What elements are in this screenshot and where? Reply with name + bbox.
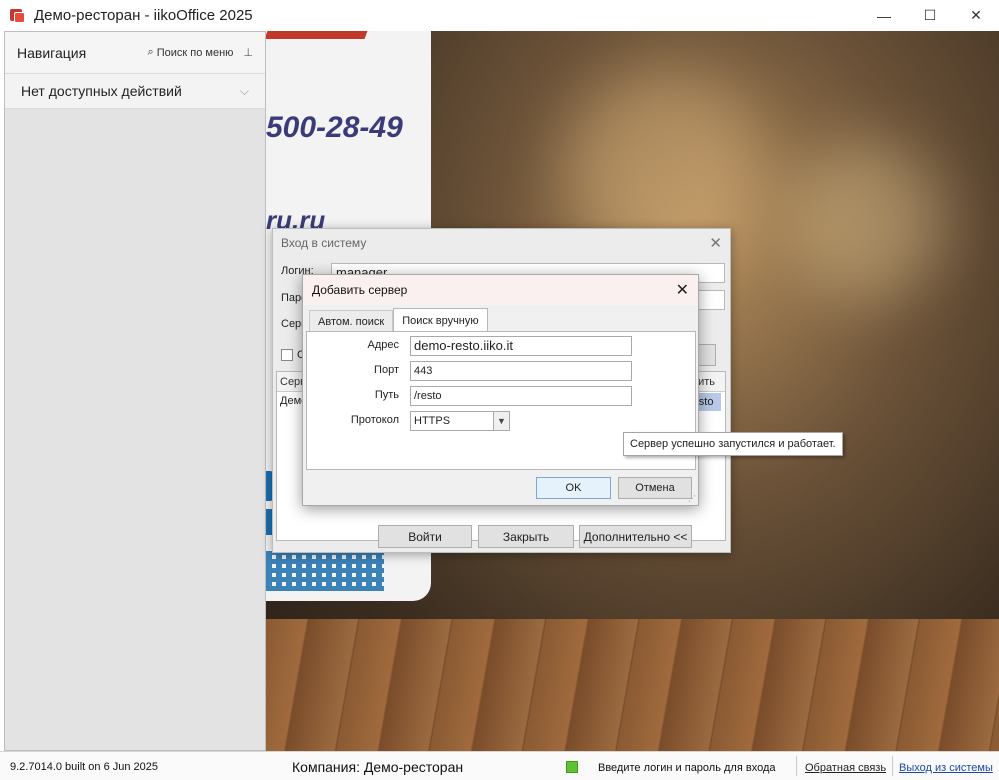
protocol-select[interactable]: HTTPS ▼	[410, 411, 510, 431]
logout-link[interactable]: Выход из системы	[899, 762, 993, 774]
menu-search-label: Поиск по меню	[156, 46, 234, 59]
path-label: Путь	[374, 389, 399, 401]
server-status-tooltip: Сервер успешно запустился и работает.	[623, 432, 843, 456]
navigation-panel: Навигация ⌕ Поиск по меню ⊥ Нет доступны…	[4, 31, 266, 751]
login-checkbox[interactable]	[281, 349, 293, 361]
more-button[interactable]: Дополнительно <<	[579, 525, 692, 548]
qr-code	[266, 551, 384, 591]
window-controls: — ☐ ✕	[861, 0, 999, 31]
navigation-header: Навигация ⌕ Поиск по меню ⊥	[5, 32, 265, 74]
company-text: Компания: Демо-ресторан	[292, 759, 464, 775]
add-server-close-icon[interactable]: ✕	[676, 280, 689, 300]
protocol-label: Протокол	[350, 414, 399, 426]
version-text: 9.2.7014.0 built on 6 Jun 2025	[10, 761, 159, 773]
navigation-title: Навигация	[17, 44, 87, 61]
status-indicator-icon	[566, 761, 578, 773]
ok-button[interactable]: OK	[536, 477, 611, 499]
port-input[interactable]: 443	[410, 361, 632, 381]
promo-phone: 500-28-49	[266, 111, 403, 144]
feedback-link[interactable]: Обратная связь	[805, 762, 886, 774]
address-label: Адрес	[367, 339, 400, 351]
maximize-button[interactable]: ☐	[907, 0, 953, 31]
nav-item-label: Нет доступных действий	[21, 83, 182, 99]
nav-item-no-actions[interactable]: Нет доступных действий ⌵	[5, 74, 265, 109]
pin-icon[interactable]: ⊥	[243, 46, 253, 59]
app-icon	[10, 8, 26, 24]
minimize-button[interactable]: —	[861, 0, 907, 31]
tab-manual-search[interactable]: Поиск вручную	[393, 308, 488, 332]
tab-auto-search[interactable]: Автом. поиск	[309, 310, 394, 332]
title-bar: Демо-ресторан - iikoOffice 2025 — ☐ ✕	[0, 0, 999, 31]
cancel-button[interactable]: Отмена	[618, 477, 692, 499]
server-column-header-right: ить	[698, 376, 715, 388]
login-hint-text: Введите логин и пароль для входа	[598, 762, 776, 774]
window-title: Демо-ресторан - iikoOffice 2025	[34, 7, 253, 24]
address-input[interactable]: demo-resto.iiko.it	[410, 336, 632, 356]
chevron-down-icon: ⌵	[239, 83, 249, 98]
add-server-dialog: Добавить сервер ✕ Автом. поиск Поиск вру…	[302, 274, 699, 506]
port-label: Порт	[374, 364, 399, 376]
menu-search-button[interactable]: ⌕ Поиск по меню	[148, 46, 234, 59]
path-input[interactable]: /resto	[410, 386, 632, 406]
add-server-title: Добавить сервер	[303, 275, 698, 305]
add-server-tabs: Автом. поиск Поиск вручную	[309, 308, 488, 332]
enter-button[interactable]: Войти	[378, 525, 472, 548]
resize-grip-icon[interactable]: ⋰	[688, 494, 696, 503]
status-bar: 9.2.7014.0 built on 6 Jun 2025 Компания:…	[0, 751, 999, 780]
search-icon: ⌕	[147, 46, 154, 58]
login-close-icon[interactable]: ✕	[709, 234, 722, 252]
chevron-down-icon[interactable]: ▼	[493, 412, 509, 430]
close-window-button[interactable]: ✕	[953, 0, 999, 31]
close-button[interactable]: Закрыть	[478, 525, 574, 548]
login-dialog-title: Вход в систему	[281, 236, 367, 250]
protocol-selected-value: HTTPS	[414, 415, 451, 427]
